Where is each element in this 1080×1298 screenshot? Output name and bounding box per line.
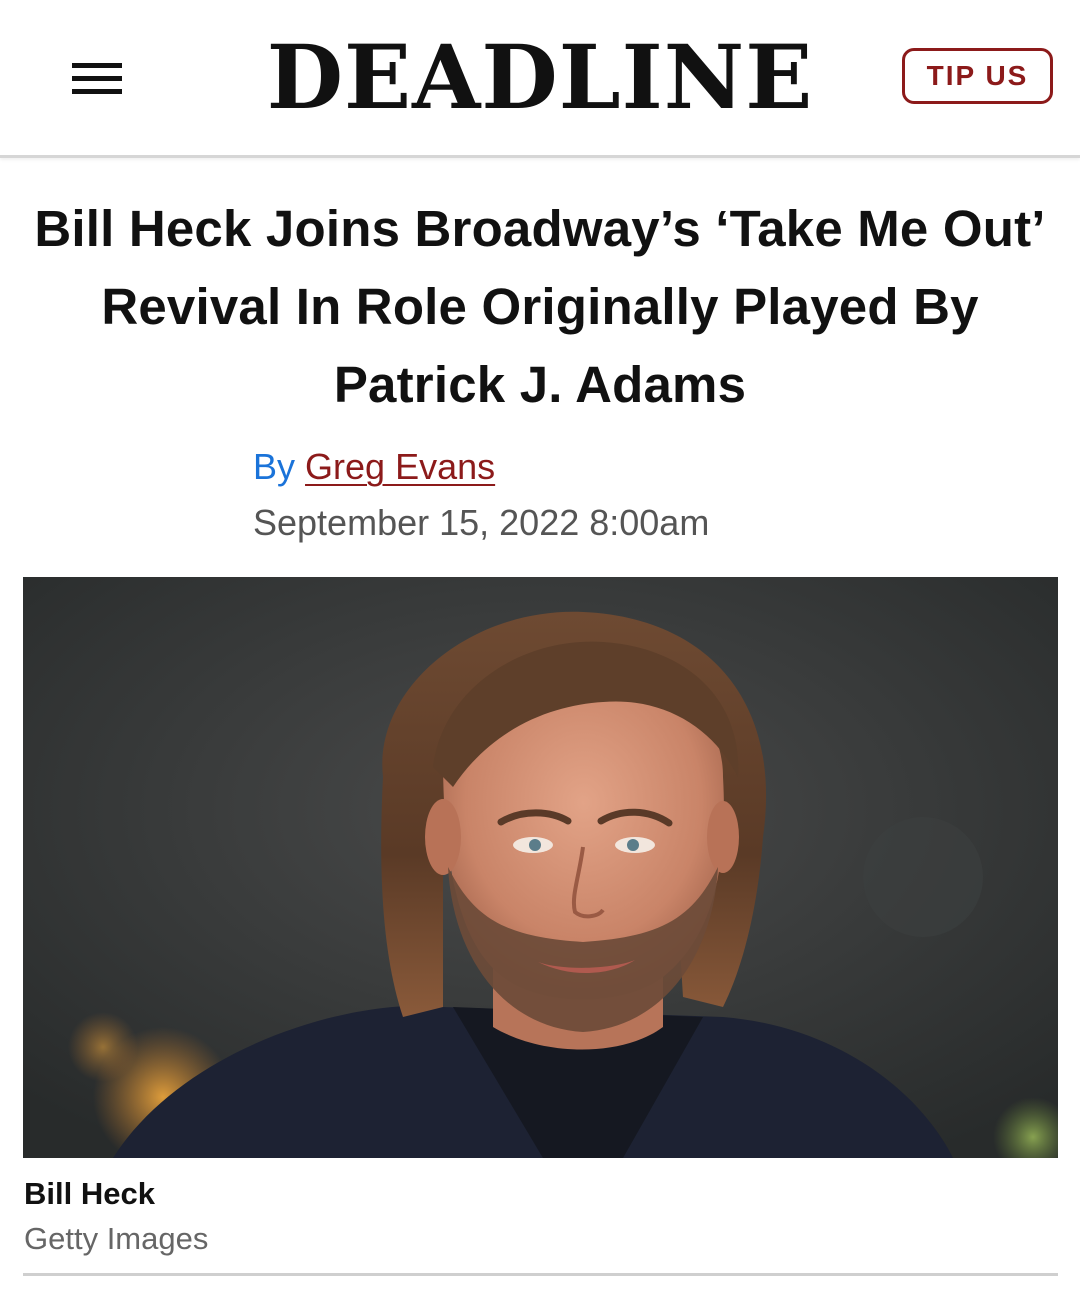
divider — [23, 1273, 1058, 1276]
article-photo — [23, 577, 1058, 1158]
photo-caption-title: Bill Heck — [24, 1176, 155, 1211]
article-headline: Bill Heck Joins Broadway’s ‘Take Me Out’… — [34, 200, 1046, 413]
byline: By Greg Evans — [253, 444, 495, 490]
hamburger-menu-icon[interactable] — [72, 58, 124, 98]
site-logo[interactable]: DEADLINE — [267, 25, 814, 129]
byline-prefix: By — [253, 446, 296, 487]
photo-credit: Getty Images — [24, 1221, 209, 1256]
site-header: DEADLINE TIP US — [0, 0, 1080, 158]
menu-bar — [72, 63, 122, 68]
publish-date: September 15, 2022 8:00am — [253, 502, 710, 543]
portrait-illustration — [23, 577, 1058, 1158]
menu-bar — [72, 76, 122, 81]
author-link[interactable]: Greg Evans — [305, 446, 495, 487]
menu-bar — [72, 89, 122, 94]
tip-us-button[interactable]: TIP US — [902, 48, 1053, 104]
